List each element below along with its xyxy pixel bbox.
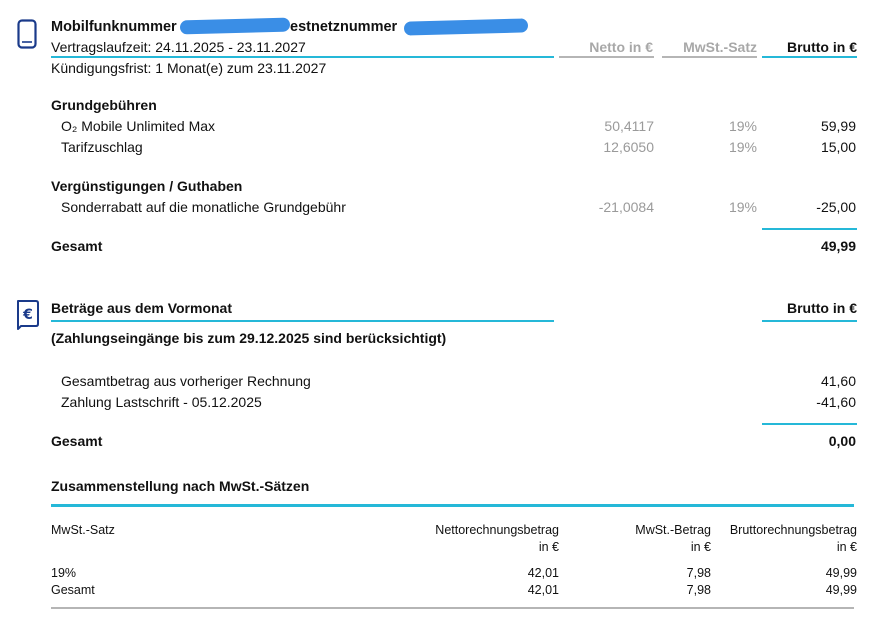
row-mwst: 19%: [728, 199, 757, 215]
col-underline-netto: [559, 56, 654, 58]
row-label: O₂ Mobile Unlimited Max: [61, 118, 216, 134]
row-netto: 12,6050: [603, 139, 654, 155]
gesamt-label: Gesamt: [51, 433, 103, 449]
table-header-brutto: Bruttorechnungsbetrag: [729, 523, 857, 537]
redaction-mark: [403, 18, 529, 36]
table-cell-netto: 42,01: [527, 566, 559, 580]
row-netto: -21,0084: [598, 199, 654, 215]
row-label: Sonderrabatt auf die monatliche Grundgeb…: [61, 199, 346, 215]
table-cell-satz: Gesamt: [51, 583, 95, 597]
grundgebuehren-heading: Grundgebühren: [51, 97, 157, 113]
header-underline: [51, 56, 554, 58]
table-header-mwst: MwSt.-Betrag: [635, 523, 711, 537]
vormonat-col-brutto: Brutto in €: [787, 300, 857, 316]
row-mwst: 19%: [728, 139, 757, 155]
row-value: -41,60: [816, 394, 856, 410]
table-header-satz: MwSt.-Satz: [51, 523, 115, 537]
table-bottom-rule: [51, 607, 854, 609]
table-header-netto-unit: in €: [538, 540, 559, 554]
row-brutto: -25,00: [816, 199, 856, 215]
contract-title-left: Mobilfunknummer: [51, 19, 177, 35]
row-label: Gesamtbetrag aus vorheriger Rechnung: [61, 373, 311, 389]
table-header-brutto-unit: in €: [836, 540, 857, 554]
col-header-brutto: Brutto in €: [787, 39, 857, 55]
gesamt-label: Gesamt: [51, 238, 103, 254]
vormonat-underline: [51, 320, 554, 322]
kuendigungsfrist: Kündigungsfrist: 1 Monat(e) zum 23.11.20…: [51, 60, 327, 76]
table-cell-mwst: 7,98: [686, 583, 711, 597]
contract-title-right: estnetznummer: [290, 19, 398, 35]
row-label: Tarifzuschlag: [61, 139, 143, 155]
col-underline-brutto: [762, 56, 857, 58]
gesamt-value: 0,00: [828, 433, 856, 449]
row-brutto: 15,00: [820, 139, 856, 155]
vormonat-heading: Beträge aus dem Vormonat: [51, 300, 233, 316]
table-cell-mwst: 7,98: [686, 566, 711, 580]
redaction-mark: [179, 17, 291, 35]
table-cell-satz: 19%: [51, 566, 77, 580]
gesamt-value: 49,99: [820, 238, 856, 254]
zusammenstellung-heading: Zusammenstellung nach MwSt.-Sätzen: [51, 478, 310, 494]
row-mwst: 19%: [728, 118, 757, 134]
col-header-netto: Netto in €: [589, 39, 653, 55]
euro-document-icon: €: [15, 298, 41, 330]
table-cell-brutto: 49,99: [825, 566, 857, 580]
col-underline-mwst: [662, 56, 757, 58]
row-netto: 50,4117: [604, 118, 654, 134]
mobile-phone-icon: [16, 19, 38, 49]
verguenstigungen-heading: Vergünstigungen / Guthaben: [51, 178, 243, 194]
vertragslaufzeit: Vertragslaufzeit: 24.11.2025 - 23.11.202…: [51, 39, 306, 55]
vormonat-col-underline: [762, 320, 857, 322]
svg-text:€: €: [22, 307, 33, 323]
table-cell-brutto: 49,99: [825, 583, 857, 597]
zusammenstellung-underline: [51, 504, 854, 507]
table-cell-netto: 42,01: [527, 583, 559, 597]
row-value: 41,60: [820, 373, 856, 389]
table-header-mwst-unit: in €: [690, 540, 711, 554]
row-brutto: 59,99: [820, 118, 856, 134]
vormonat-subheading: (Zahlungseingänge bis zum 29.12.2025 sin…: [51, 330, 447, 346]
total-underline: [762, 228, 857, 230]
col-header-mwst: MwSt.-Satz: [683, 39, 757, 55]
row-label: Zahlung Lastschrift - 05.12.2025: [61, 394, 262, 410]
total-underline: [762, 423, 857, 425]
table-header-netto: Nettorechnungsbetrag: [435, 523, 559, 537]
